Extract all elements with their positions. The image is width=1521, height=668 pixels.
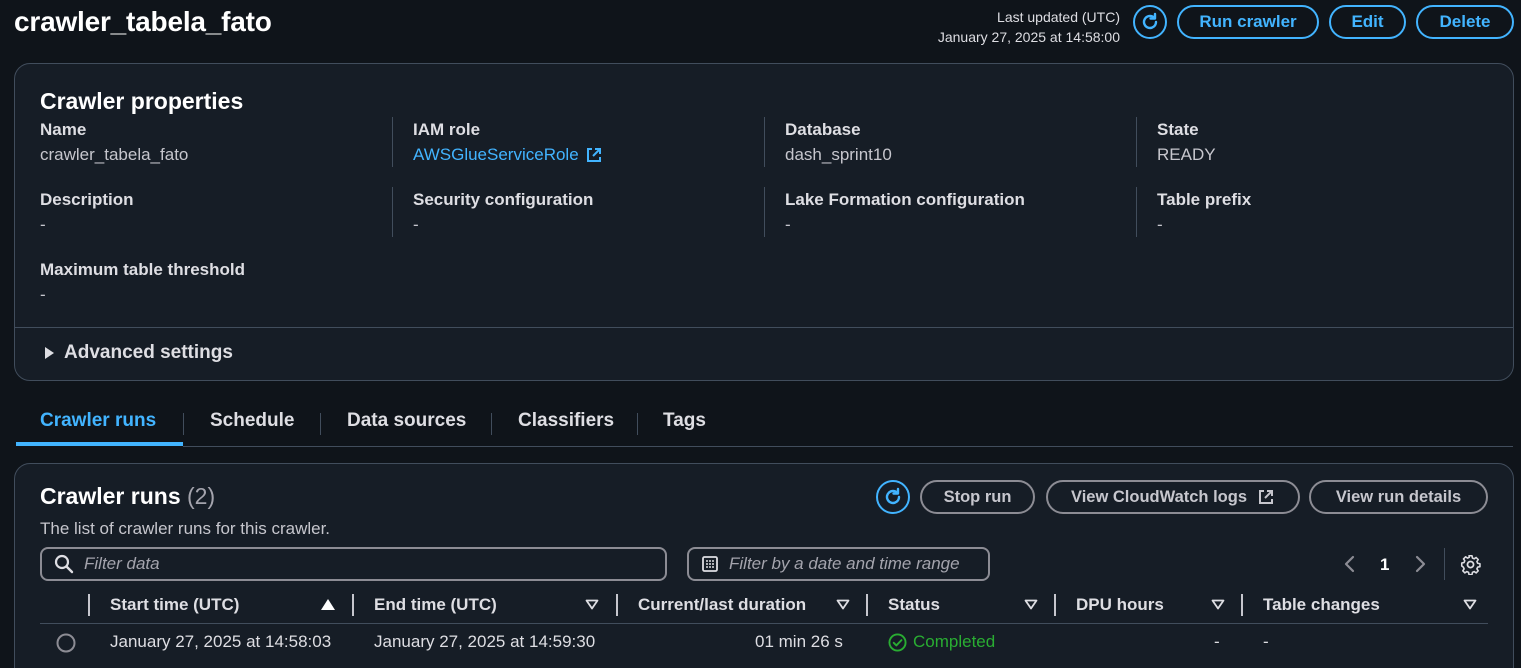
property-label: Maximum table threshold <box>40 260 245 279</box>
chevron-right-icon[interactable] <box>1412 555 1428 573</box>
chevron-left-icon[interactable] <box>1342 555 1358 573</box>
column-table-changes[interactable]: Table changes <box>1263 595 1380 615</box>
property-value: dash_sprint10 <box>785 145 892 164</box>
property-description: Description - <box>40 189 380 236</box>
date-range-placeholder: Filter by a date and time range <box>729 554 960 573</box>
tab-schedule[interactable]: Schedule <box>210 410 294 432</box>
view-run-details-button[interactable]: View run details <box>1309 480 1488 514</box>
last-updated-value: January 27, 2025 at 14:58:00 <box>937 29 1120 45</box>
property-value: READY <box>1157 145 1216 164</box>
sort-caret-icon[interactable] <box>836 599 850 610</box>
status-text: Completed <box>913 632 996 651</box>
caret-right-icon <box>45 347 54 359</box>
column-status[interactable]: Status <box>888 595 940 615</box>
tab-crawler-runs[interactable]: Crawler runs <box>40 410 156 432</box>
search-icon <box>54 554 74 574</box>
column-dpu-hours[interactable]: DPU hours <box>1076 595 1164 615</box>
sort-caret-icon[interactable] <box>585 599 599 610</box>
property-value: - <box>1157 215 1163 234</box>
filter-data-placeholder: Filter data <box>84 554 160 573</box>
sort-ascending-icon[interactable] <box>321 599 335 610</box>
property-label: Table prefix <box>1157 190 1252 209</box>
runs-count: (2) <box>187 483 216 509</box>
refresh-icon <box>885 487 901 505</box>
date-range-filter[interactable]: Filter by a date and time range <box>687 547 990 581</box>
property-label: Name <box>40 120 87 139</box>
advanced-settings-label: Advanced settings <box>64 342 233 363</box>
column-start-time[interactable]: Start time (UTC) <box>110 595 239 615</box>
property-iam-role: IAM role AWSGlueServiceRole <box>413 119 753 166</box>
delete-button[interactable]: Delete <box>1416 5 1514 39</box>
property-label: IAM role <box>413 120 481 139</box>
property-label: State <box>1157 120 1199 139</box>
tab-tags[interactable]: Tags <box>663 410 706 432</box>
properties-title: Crawler properties <box>40 88 244 114</box>
stop-run-button[interactable]: Stop run <box>920 480 1035 514</box>
property-label: Lake Formation configuration <box>785 190 1025 209</box>
property-lake-formation: Lake Formation configuration - <box>785 189 1125 236</box>
external-link-icon[interactable] <box>585 146 603 164</box>
property-table-prefix: Table prefix - <box>1157 189 1497 236</box>
sort-caret-icon[interactable] <box>1463 599 1477 610</box>
iam-role-link[interactable]: AWSGlueServiceRole <box>413 144 579 166</box>
runs-description: The list of crawler runs for this crawle… <box>40 519 331 538</box>
edit-button[interactable]: Edit <box>1329 5 1406 39</box>
row-radio[interactable] <box>56 633 76 653</box>
property-value: - <box>413 215 419 234</box>
last-updated-label: Last updated (UTC) <box>997 9 1120 25</box>
property-security-configuration: Security configuration - <box>413 189 753 236</box>
cell-end-time: January 27, 2025 at 14:59:30 <box>374 632 596 651</box>
property-value: - <box>785 215 791 234</box>
refresh-button[interactable] <box>1133 5 1167 39</box>
property-value: - <box>40 285 46 304</box>
runs-refresh-button[interactable] <box>876 480 910 514</box>
sort-caret-icon[interactable] <box>1211 599 1225 610</box>
property-label: Security configuration <box>413 190 594 209</box>
refresh-icon <box>1142 12 1158 30</box>
view-cloudwatch-logs-button[interactable]: View CloudWatch logs <box>1046 480 1300 514</box>
check-circle-icon <box>888 632 907 652</box>
cell-start-time: January 27, 2025 at 14:58:03 <box>110 632 332 651</box>
runs-title: Crawler runs (2) <box>40 483 215 510</box>
cell-dpu-hours: - <box>1214 632 1220 651</box>
advanced-settings-toggle[interactable]: Advanced settings <box>44 342 233 364</box>
property-name: Name crawler_tabela_fato <box>40 119 380 166</box>
cell-status: Completed <box>888 632 995 652</box>
page-number[interactable]: 1 <box>1380 555 1389 575</box>
calendar-icon <box>702 556 718 572</box>
tab-classifiers[interactable]: Classifiers <box>518 410 614 432</box>
property-label: Database <box>785 120 861 139</box>
filter-data-input[interactable]: Filter data <box>40 547 667 581</box>
tab-data-sources[interactable]: Data sources <box>347 410 466 432</box>
cell-duration: 01 min 26 s <box>755 632 843 651</box>
cell-table-changes: - <box>1263 632 1269 651</box>
property-database: Database dash_sprint10 <box>785 119 1125 166</box>
property-value: - <box>40 215 46 234</box>
external-link-icon <box>1259 490 1273 504</box>
run-crawler-button[interactable]: Run crawler <box>1177 5 1319 39</box>
page-title: crawler_tabela_fato <box>14 6 272 37</box>
property-value: crawler_tabela_fato <box>40 145 189 164</box>
gear-icon[interactable] <box>1460 554 1481 575</box>
property-max-table-threshold: Maximum table threshold - <box>40 259 380 306</box>
cloudwatch-label: View CloudWatch logs <box>1070 487 1247 506</box>
property-state: State READY <box>1157 119 1497 166</box>
column-end-time[interactable]: End time (UTC) <box>374 595 497 615</box>
sort-caret-icon[interactable] <box>1024 599 1038 610</box>
runs-title-text: Crawler runs <box>40 483 181 509</box>
iam-role-container: AWSGlueServiceRole <box>413 144 753 166</box>
active-tab-indicator <box>16 442 183 446</box>
column-duration[interactable]: Current/last duration <box>638 595 806 615</box>
property-label: Description <box>40 190 134 209</box>
last-updated: Last updated (UTC) January 27, 2025 at 1… <box>938 7 1120 47</box>
